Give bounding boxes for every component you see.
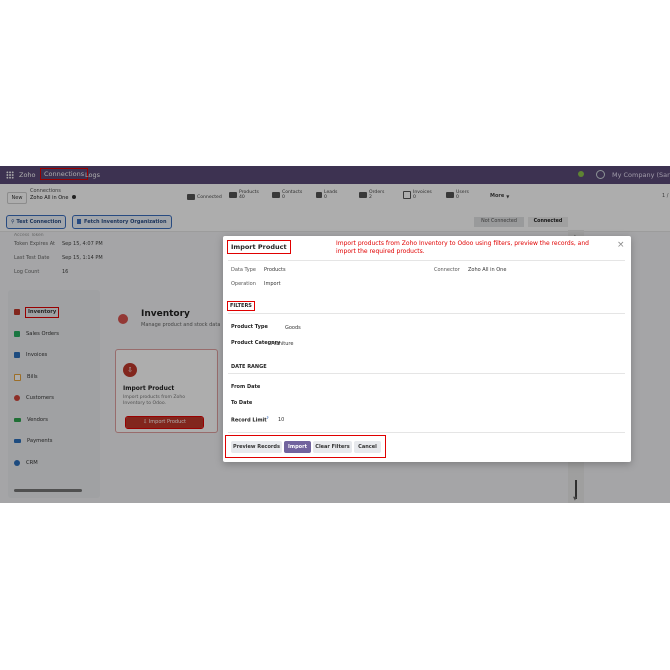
preview-records-button[interactable]: Preview Records xyxy=(231,441,282,453)
record-limit-label: Record Limit? xyxy=(231,416,269,424)
import-button[interactable]: Import xyxy=(284,441,311,453)
operation-value: Import xyxy=(264,281,281,287)
to-date-input[interactable] xyxy=(283,398,433,407)
product-type-select[interactable]: Goods xyxy=(285,325,301,331)
data-type-value: Products xyxy=(264,267,286,273)
divider xyxy=(228,260,625,261)
to-date-label: To Date xyxy=(231,400,253,406)
connector-value[interactable]: Zoho All in One xyxy=(468,267,506,273)
operation-label: Operation xyxy=(231,281,256,287)
connector-label: Connector xyxy=(434,267,460,273)
annotation-text: Import products from Zoho Inventory to O… xyxy=(336,240,589,255)
record-limit-input[interactable]: 10 xyxy=(278,417,284,423)
from-date-input[interactable] xyxy=(283,382,433,391)
clear-filters-button[interactable]: Clear Filters xyxy=(313,441,352,453)
close-icon[interactable]: × xyxy=(617,240,625,250)
help-icon[interactable]: ? xyxy=(267,416,269,420)
from-date-label: From Date xyxy=(231,384,261,390)
dialog-title: Import Product xyxy=(227,240,291,254)
import-product-dialog: Import Product Import products from Zoho… xyxy=(223,236,631,462)
divider xyxy=(228,432,625,433)
cancel-button[interactable]: Cancel xyxy=(354,441,381,453)
product-category-input[interactable]: Furniture xyxy=(271,341,293,347)
data-type-label: Data Type xyxy=(231,267,257,273)
product-type-label: Product Type xyxy=(231,324,268,330)
record-limit-label-text: Record Limit xyxy=(231,417,267,424)
filters-header: FILTERS xyxy=(227,301,255,311)
divider xyxy=(228,313,625,314)
screenshot-area: Zoho Connections Logs My Company (San Fr… xyxy=(0,166,670,503)
divider xyxy=(228,373,625,374)
date-range-header: DATE RANGE xyxy=(231,364,267,370)
